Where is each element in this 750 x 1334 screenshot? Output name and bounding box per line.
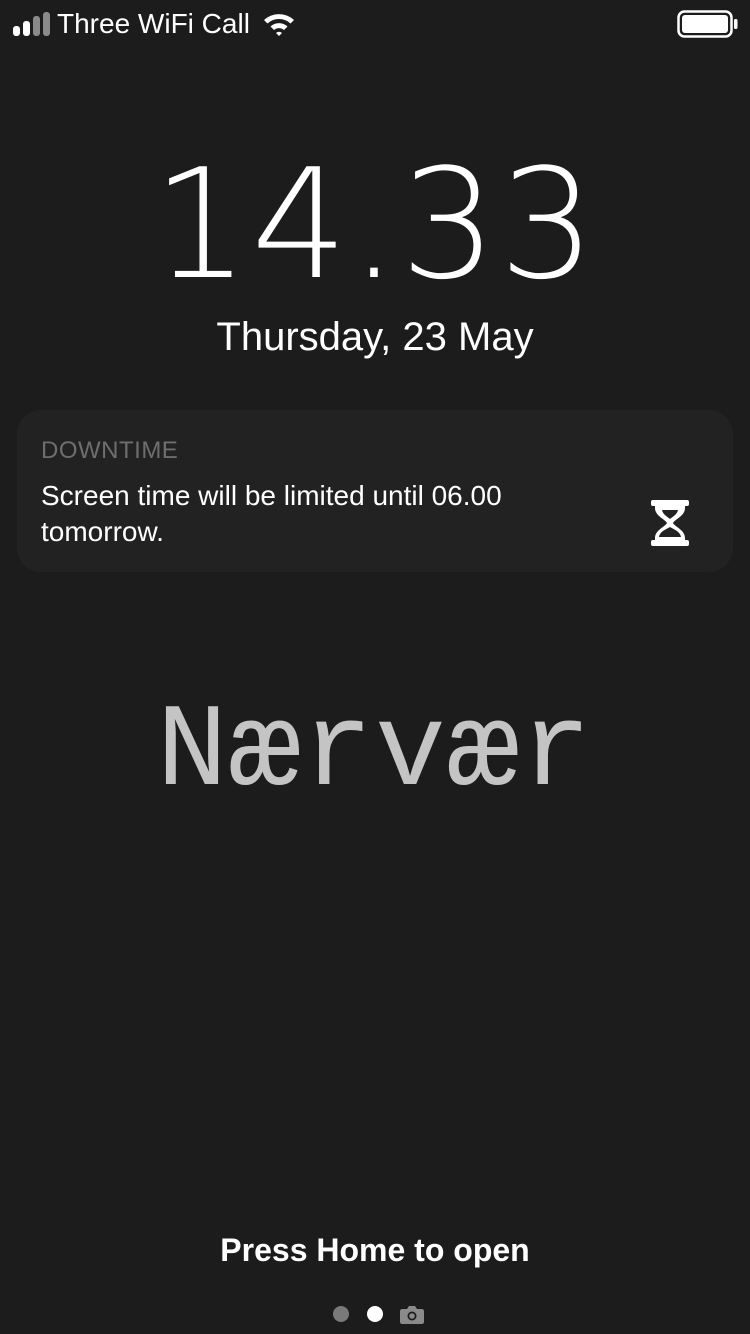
notification-app-name: DOWNTIME — [41, 437, 179, 464]
wifi-icon — [264, 14, 294, 36]
page-indicator[interactable] — [330, 1302, 430, 1326]
press-home-prompt: Press Home to open — [220, 1232, 530, 1268]
wallpaper-text: Nærvær — [156, 687, 594, 820]
signal-icon — [13, 12, 50, 36]
notification-message: Screen time will be limited until 06.00 … — [41, 480, 502, 547]
lock-screen-time: 14.33 — [152, 136, 598, 313]
lock-screen-date: Thursday, 23 May — [216, 315, 534, 359]
page-dot[interactable] — [333, 1306, 349, 1322]
page-dot-current[interactable] — [367, 1306, 383, 1322]
battery-icon — [677, 10, 738, 38]
carrier-name: Three WiFi Call — [57, 8, 250, 39]
camera-icon[interactable] — [400, 1304, 424, 1324]
status-bar: Three WiFi Call — [0, 0, 750, 50]
downtime-notification[interactable]: DOWNTIME Screen time will be limited unt… — [17, 410, 733, 572]
hourglass-icon — [651, 500, 689, 546]
